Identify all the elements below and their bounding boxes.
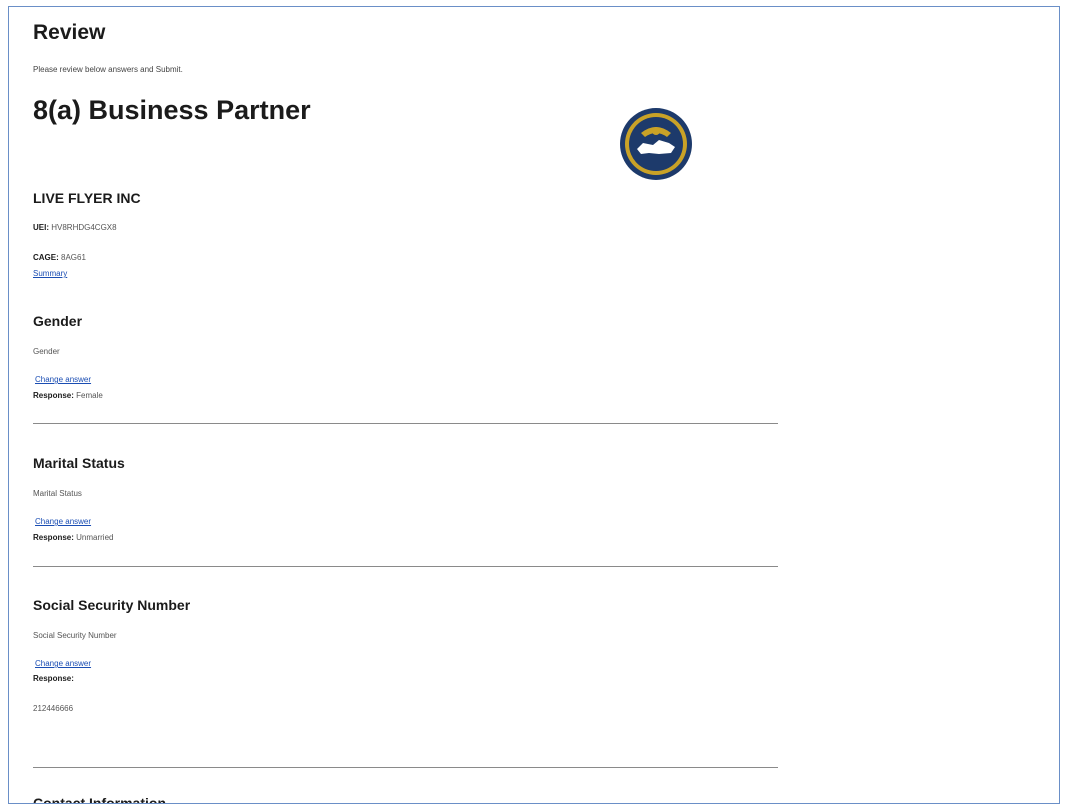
response-value-marital-status: Unmarried <box>76 533 114 542</box>
response-marital-status: Response: Unmarried <box>33 533 113 542</box>
change-answer-ssn[interactable]: Change answer <box>35 659 91 668</box>
page-title: Review <box>33 21 106 44</box>
change-answer-gender[interactable]: Change answer <box>35 375 91 384</box>
uei-label: UEI: <box>33 223 49 232</box>
section-title-gender: Gender <box>33 313 83 329</box>
section-title-ssn: Social Security Number <box>33 597 191 613</box>
section-title-contact-information: Contact Information <box>33 795 166 804</box>
page-subtitle: Please review below answers and Submit. <box>33 65 183 74</box>
cage-row: CAGE: 8AG61 <box>33 253 86 262</box>
response-ssn: Response: <box>33 674 74 683</box>
response-value-gender: Female <box>76 391 103 400</box>
divider <box>33 566 778 567</box>
response-label: Response: <box>33 533 74 542</box>
review-page: Review Please review below answers and S… <box>8 6 1060 804</box>
question-ssn: Social Security Number <box>33 631 117 640</box>
response-label: Response: <box>33 391 74 400</box>
cage-value: 8AG61 <box>61 253 86 262</box>
question-gender: Gender <box>33 347 60 356</box>
question-marital-status: Marital Status <box>33 489 82 498</box>
divider <box>33 767 778 768</box>
program-title: 8(a) Business Partner <box>33 95 311 125</box>
business-name: LIVE FLYER INC <box>33 190 141 206</box>
response-value-ssn: 212446666 <box>33 704 74 713</box>
uei-row: UEI: HV8RHDG4CGX8 <box>33 223 117 232</box>
section-title-marital-status: Marital Status <box>33 455 125 471</box>
response-label: Response: <box>33 674 74 683</box>
uei-value: HV8RHDG4CGX8 <box>51 223 117 232</box>
response-gender: Response: Female <box>33 391 103 400</box>
cage-label: CAGE: <box>33 253 59 262</box>
sba-seal-icon <box>620 108 692 180</box>
change-answer-marital-status[interactable]: Change answer <box>35 517 91 526</box>
summary-link[interactable]: Summary <box>33 269 67 278</box>
divider <box>33 423 778 424</box>
